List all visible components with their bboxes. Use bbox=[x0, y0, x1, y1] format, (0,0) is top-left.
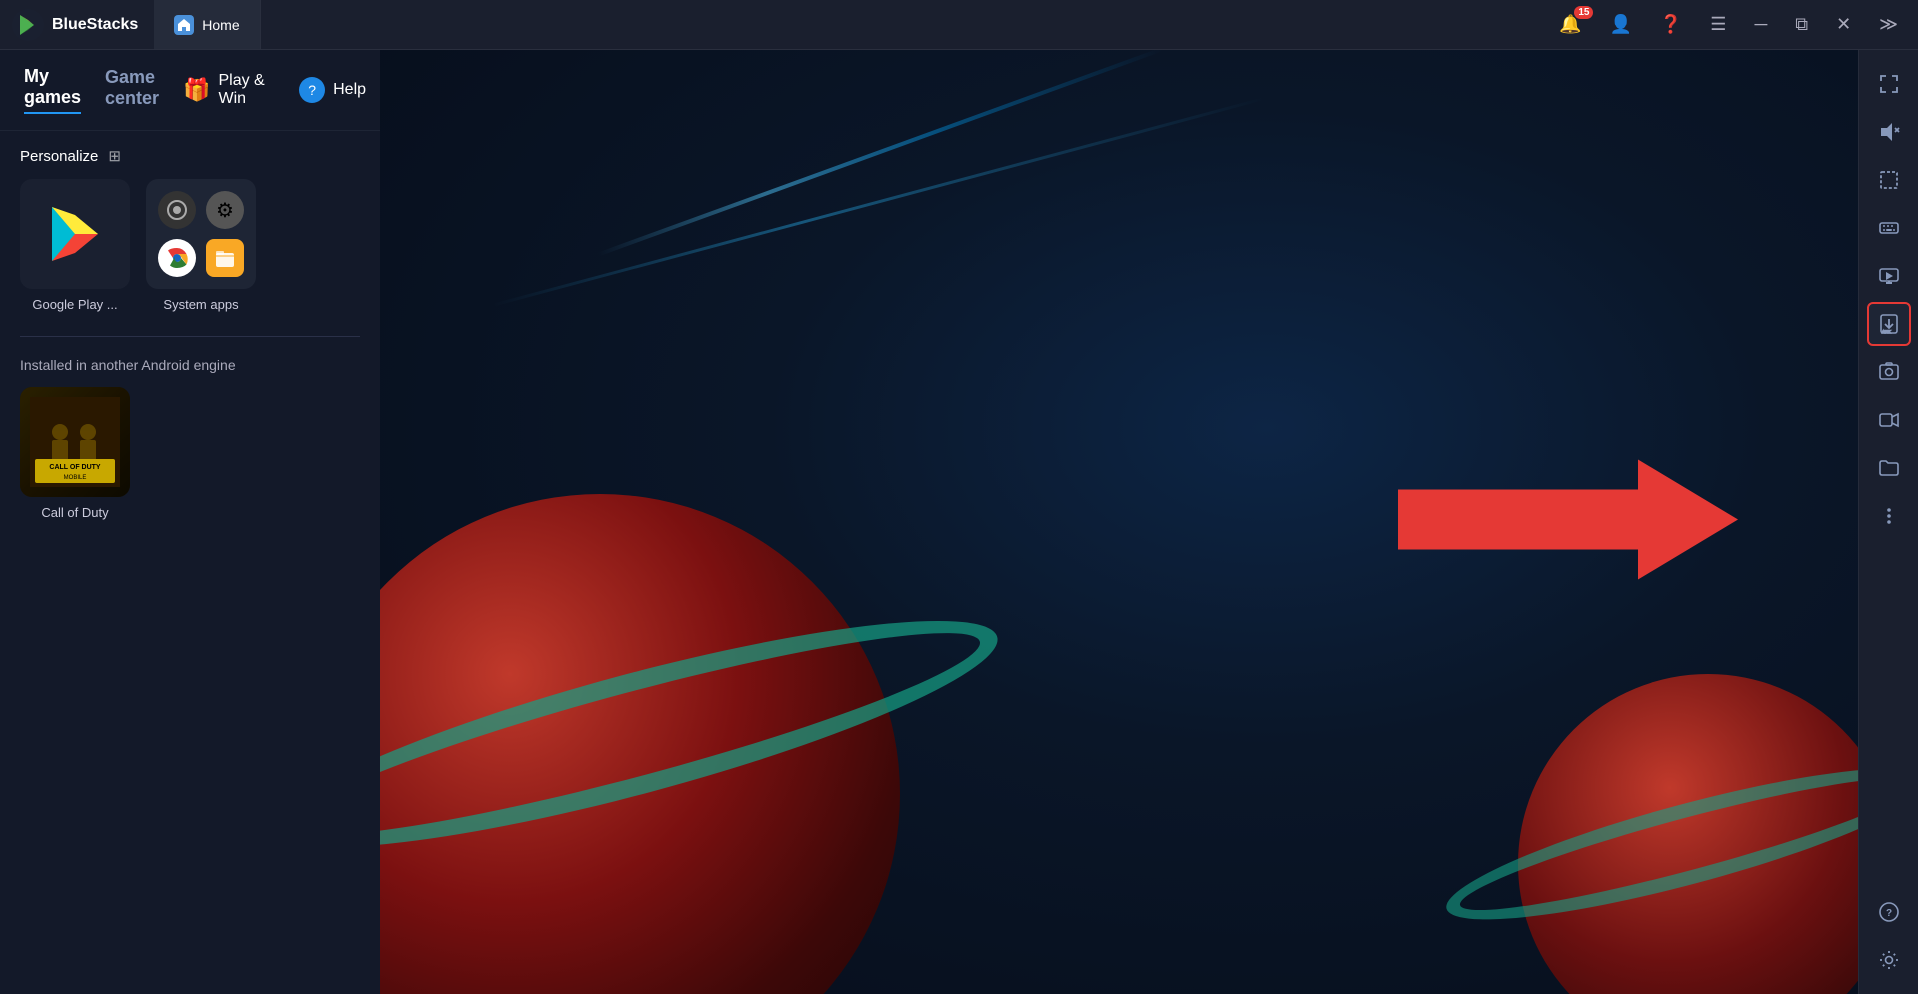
logo-area: BlueStacks bbox=[12, 9, 138, 41]
folder-button[interactable] bbox=[1867, 446, 1911, 490]
bluestacks-logo-icon bbox=[12, 9, 44, 41]
google-play-icon bbox=[20, 179, 130, 289]
light-streak-1 bbox=[597, 50, 1162, 256]
svg-text:?: ? bbox=[1885, 908, 1891, 919]
title-bar: BlueStacks Home 🔔 15 👤 ❓ ☰ ─ ⧉ ✕ ≫ bbox=[0, 0, 1918, 50]
light-streak-2 bbox=[493, 97, 1267, 307]
sidebar-help-button[interactable]: ? bbox=[1867, 890, 1911, 934]
keyboard-icon bbox=[1878, 217, 1900, 239]
video-record-button[interactable] bbox=[1867, 398, 1911, 442]
minimize-button[interactable]: ─ bbox=[1746, 10, 1775, 39]
top-nav: My games Game center 🎁 Play & Win ? Help… bbox=[0, 50, 380, 131]
account-button[interactable]: 👤 bbox=[1601, 10, 1639, 39]
personalize-section: Personalize ⊞ Google Play bbox=[0, 131, 380, 328]
svg-text:MOBILE: MOBILE bbox=[64, 475, 87, 481]
svg-text:APK: APK bbox=[1882, 329, 1891, 334]
system-apps-icon: ⚙ bbox=[146, 179, 256, 289]
home-tab[interactable]: Home bbox=[154, 0, 260, 49]
help-link-button[interactable]: ? Help bbox=[299, 77, 366, 103]
titlebar-controls: 🔔 15 👤 ❓ ☰ ─ ⧉ ✕ ≫ bbox=[1551, 10, 1906, 39]
screenshot-icon bbox=[1878, 361, 1900, 383]
call-of-duty-label: Call of Duty bbox=[41, 505, 108, 520]
volume-mute-icon bbox=[1878, 121, 1900, 143]
more-icon bbox=[1878, 505, 1900, 527]
apk-install-icon: APK bbox=[1878, 313, 1900, 335]
installed-header: Installed in another Android engine bbox=[20, 357, 360, 373]
right-sidebar: APK bbox=[1858, 50, 1918, 994]
sidebar-settings-icon bbox=[1878, 949, 1900, 971]
grid-icon: ⊞ bbox=[108, 147, 121, 165]
cast-icon bbox=[1878, 265, 1900, 287]
apps-grid: Google Play ... ⚙ bbox=[20, 179, 360, 312]
chrome-icon bbox=[158, 239, 196, 277]
installed-section: Installed in another Android engine bbox=[0, 345, 380, 532]
play-win-label: Play & Win bbox=[218, 72, 283, 108]
call-of-duty-app-item[interactable]: CALL OF DUTY MOBILE Call of Duty bbox=[20, 387, 130, 520]
volume-button[interactable] bbox=[1867, 110, 1911, 154]
system-apps-label: System apps bbox=[163, 297, 238, 312]
screenshot-button[interactable] bbox=[1867, 350, 1911, 394]
arrow-svg bbox=[1398, 440, 1738, 600]
restore-button[interactable]: ⧉ bbox=[1787, 10, 1816, 39]
home-tab-label: Home bbox=[202, 17, 239, 33]
file-manager-icon bbox=[206, 239, 244, 277]
installed-apps-grid: CALL OF DUTY MOBILE Call of Duty bbox=[20, 387, 360, 520]
tab-area: Home bbox=[154, 0, 260, 49]
left-panel: My games Game center 🎁 Play & Win ? Help… bbox=[0, 50, 380, 994]
section-divider bbox=[20, 336, 360, 337]
app-name-label: BlueStacks bbox=[52, 16, 138, 34]
help-circle-icon: ? bbox=[299, 77, 325, 103]
gear-settings-icon: ⚙ bbox=[206, 191, 244, 229]
selection-button[interactable] bbox=[1867, 158, 1911, 202]
personalize-label: Personalize bbox=[20, 148, 98, 165]
main-layout: My games Game center 🎁 Play & Win ? Help… bbox=[0, 50, 1918, 994]
close-button[interactable]: ✕ bbox=[1828, 10, 1859, 39]
folder-icon bbox=[1878, 457, 1900, 479]
cast-button[interactable] bbox=[1867, 254, 1911, 298]
more-options-button[interactable] bbox=[1867, 494, 1911, 538]
system-apps-app-item[interactable]: ⚙ bbox=[146, 179, 256, 312]
red-arrow-annotation bbox=[1398, 440, 1738, 605]
help-label: Help bbox=[333, 81, 366, 99]
sidebar-help-icon: ? bbox=[1878, 901, 1900, 923]
notifications-button[interactable]: 🔔 15 bbox=[1551, 10, 1589, 39]
gift-icon: 🎁 bbox=[183, 77, 210, 103]
personalize-header: Personalize ⊞ bbox=[20, 147, 360, 165]
fullscreen-icon bbox=[1878, 73, 1900, 95]
my-games-tab[interactable]: My games bbox=[24, 66, 81, 114]
call-of-duty-icon: CALL OF DUTY MOBILE bbox=[20, 387, 130, 497]
video-record-icon bbox=[1878, 409, 1900, 431]
keyboard-button[interactable] bbox=[1867, 206, 1911, 250]
collapse-sidebar-button[interactable]: ≫ bbox=[1871, 10, 1906, 39]
svg-text:CALL OF DUTY: CALL OF DUTY bbox=[49, 464, 101, 471]
selection-icon bbox=[1878, 169, 1900, 191]
menu-button[interactable]: ☰ bbox=[1702, 10, 1734, 39]
sidebar-settings-button[interactable] bbox=[1867, 938, 1911, 982]
apk-install-button[interactable]: APK bbox=[1867, 302, 1911, 346]
google-play-app-item[interactable]: Google Play ... bbox=[20, 179, 130, 312]
play-win-button[interactable]: 🎁 Play & Win bbox=[183, 72, 283, 108]
fullscreen-button[interactable] bbox=[1867, 62, 1911, 106]
content-area bbox=[380, 50, 1858, 994]
notification-badge: 15 bbox=[1574, 6, 1593, 19]
home-tab-icon bbox=[174, 15, 194, 35]
help-button[interactable]: ❓ bbox=[1652, 10, 1690, 39]
google-play-label: Google Play ... bbox=[32, 297, 117, 312]
game-center-tab[interactable]: Game center bbox=[105, 67, 159, 113]
camera-icon bbox=[158, 191, 196, 229]
